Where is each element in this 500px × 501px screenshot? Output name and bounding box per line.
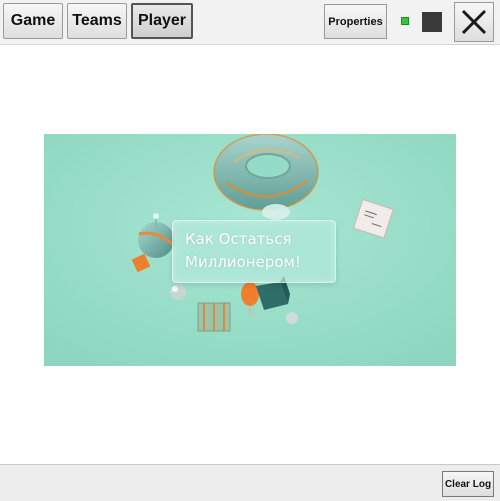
status-indicator-icon — [401, 17, 409, 25]
title-line-1: Как Остаться — [185, 230, 292, 248]
title-line-2: Миллионером! — [185, 253, 301, 271]
bottom-bar: Clear Log — [0, 464, 500, 501]
crate-shape — [197, 302, 231, 332]
video-player[interactable]: Как Остаться Миллионером! — [44, 134, 456, 366]
tab-game[interactable]: Game — [3, 3, 63, 39]
torus-shape — [213, 134, 319, 211]
tab-player[interactable]: Player — [131, 3, 193, 39]
properties-button[interactable]: Properties — [324, 4, 387, 39]
stop-icon[interactable] — [422, 12, 442, 32]
title-card: Как Остаться Миллионером! — [172, 220, 336, 283]
clear-log-button[interactable]: Clear Log — [442, 471, 494, 497]
top-toolbar: Game Teams Player Properties — [0, 0, 500, 45]
tab-teams[interactable]: Teams — [67, 3, 127, 39]
close-icon — [461, 9, 487, 35]
close-button[interactable] — [454, 2, 494, 42]
